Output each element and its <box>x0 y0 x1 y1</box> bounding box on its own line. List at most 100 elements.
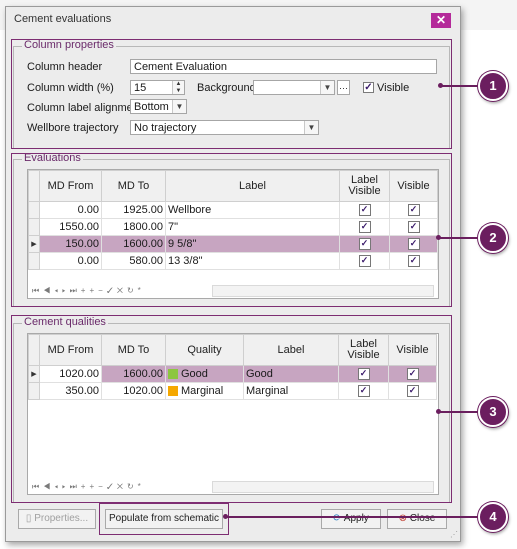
table-row[interactable]: 0.00 580.00 13 3/8" ✓ ✓ <box>28 252 438 270</box>
apply-button[interactable]: ⟳ Apply <box>321 509 381 529</box>
md-from-cell[interactable]: 1020.00 <box>39 365 102 383</box>
label-cell[interactable]: 9 5/8" <box>165 235 340 253</box>
close-window-button[interactable]: ✕ <box>431 13 451 28</box>
visible-cell[interactable]: ✓ <box>389 235 438 253</box>
next-icon[interactable]: ▸ <box>62 482 70 491</box>
column-label-alignment-select[interactable]: Bottom ▼ <box>130 99 187 114</box>
column-header-md-to[interactable]: MD To <box>101 334 166 366</box>
last-icon[interactable]: ⏭ <box>70 482 81 491</box>
checkbox[interactable]: ✓ <box>358 221 371 234</box>
background-color-picker[interactable]: ▼ <box>253 80 335 95</box>
md-to-cell[interactable]: 1925.00 <box>101 201 166 219</box>
column-header-input[interactable]: Cement Evaluation <box>130 59 437 74</box>
quality-cell[interactable]: Marginal <box>165 382 244 400</box>
column-width-spinner[interactable]: 15 ▲ ▼ <box>130 80 185 95</box>
visible-cell[interactable]: ✓ <box>389 201 438 219</box>
current-row-arrow-icon[interactable]: ▶ <box>28 235 40 253</box>
prev-page-icon[interactable]: ◀ <box>43 286 54 295</box>
checkbox[interactable]: ✓ <box>358 238 371 251</box>
row-indicator[interactable] <box>28 382 40 400</box>
bookmark-icon[interactable]: * <box>138 482 145 491</box>
row-indicator[interactable] <box>28 218 40 236</box>
checkbox[interactable]: ✓ <box>358 255 371 268</box>
table-row[interactable]: 350.00 1020.00 Marginal Marginal ✓ ✓ <box>28 382 437 400</box>
delete-icon[interactable]: − <box>98 286 107 295</box>
checkbox[interactable]: ✓ <box>407 221 420 234</box>
wellbore-trajectory-select[interactable]: No trajectory ▼ <box>130 120 319 135</box>
visible-cell[interactable]: ✓ <box>389 252 438 270</box>
label-cell[interactable]: 7" <box>165 218 340 236</box>
checkbox[interactable]: ✓ <box>407 255 420 268</box>
label-cell[interactable]: Marginal <box>243 382 339 400</box>
table-row-selected[interactable]: ▶ 150.00 1600.00 9 5/8" ✓ ✓ <box>28 235 438 253</box>
md-to-cell[interactable]: 1800.00 <box>101 218 166 236</box>
table-row[interactable]: 1550.00 1800.00 7" ✓ ✓ <box>28 218 438 236</box>
checkbox[interactable]: ✓ <box>407 238 420 251</box>
insert-icon[interactable]: + <box>89 482 98 491</box>
visible-cell[interactable]: ✓ <box>388 382 437 400</box>
checkbox[interactable]: ✓ <box>357 385 370 398</box>
close-button[interactable]: ⊗ Close <box>387 509 447 529</box>
md-from-cell[interactable]: 0.00 <box>39 252 102 270</box>
visible-cell[interactable]: ✓ <box>389 218 438 236</box>
table-row-selected[interactable]: ▶ 1020.00 1600.00 Good Good ✓ ✓ <box>28 365 437 383</box>
background-more-button[interactable]: ··· <box>337 80 350 95</box>
prev-icon[interactable]: ◂ <box>54 482 62 491</box>
label-visible-cell[interactable]: ✓ <box>339 252 390 270</box>
label-cell[interactable]: 13 3/8" <box>165 252 340 270</box>
column-header-label[interactable]: Label <box>243 334 339 366</box>
prev-icon[interactable]: ◂ <box>54 286 62 295</box>
table-row[interactable]: 0.00 1925.00 Wellbore ✓ ✓ <box>28 201 438 219</box>
label-visible-cell[interactable]: ✓ <box>338 365 389 383</box>
bookmark-icon[interactable]: * <box>138 286 145 295</box>
md-from-cell[interactable]: 150.00 <box>39 235 102 253</box>
visible-cell[interactable]: ✓ <box>388 365 437 383</box>
checkbox[interactable]: ✓ <box>406 368 419 381</box>
md-to-cell[interactable]: 1600.00 <box>101 235 166 253</box>
column-header-label[interactable]: Label <box>165 170 340 202</box>
row-indicator[interactable] <box>28 201 40 219</box>
resize-grip-icon[interactable]: ⋰ <box>450 530 458 539</box>
label-cell[interactable]: Good <box>243 365 339 383</box>
properties-button[interactable]: ▯ Properties... <box>18 509 96 529</box>
first-icon[interactable]: ⏮ <box>32 482 43 491</box>
label-visible-cell[interactable]: ✓ <box>338 382 389 400</box>
last-icon[interactable]: ⏭ <box>70 286 81 295</box>
delete-icon[interactable]: − <box>98 482 107 491</box>
label-visible-cell[interactable]: ✓ <box>339 235 390 253</box>
md-from-cell[interactable]: 1550.00 <box>39 218 102 236</box>
label-visible-cell[interactable]: ✓ <box>339 201 390 219</box>
current-row-arrow-icon[interactable]: ▶ <box>28 365 40 383</box>
column-header-visible[interactable]: Visible <box>389 170 438 202</box>
post-icon[interactable]: ✓ <box>107 286 117 295</box>
checkbox[interactable]: ✓ <box>357 368 370 381</box>
md-to-cell[interactable]: 1020.00 <box>101 382 166 400</box>
post-icon[interactable]: ✓ <box>107 482 117 491</box>
cancel-icon[interactable]: ✕ <box>117 482 127 491</box>
chevron-down-icon[interactable]: ▼ <box>172 100 186 113</box>
column-header-visible[interactable]: Visible <box>388 334 437 366</box>
prev-page-icon[interactable]: ◀ <box>43 482 54 491</box>
quality-cell[interactable]: Good <box>165 365 244 383</box>
column-header-label-visible[interactable]: Label Visible <box>339 170 390 202</box>
refresh-icon[interactable]: ↻ <box>127 482 138 491</box>
visible-checkbox[interactable]: ✓ <box>363 82 374 93</box>
spinner-arrows-icon[interactable]: ▲ ▼ <box>172 81 184 94</box>
cement-qualities-horizontal-scrollbar[interactable] <box>212 481 434 493</box>
column-header-label-visible[interactable]: Label Visible <box>338 334 389 366</box>
column-header-md-from[interactable]: MD From <box>39 170 102 202</box>
md-from-cell[interactable]: 0.00 <box>39 201 102 219</box>
label-visible-cell[interactable]: ✓ <box>339 218 390 236</box>
column-header-quality[interactable]: Quality <box>165 334 244 366</box>
checkbox[interactable]: ✓ <box>407 204 420 217</box>
md-to-cell[interactable]: 580.00 <box>101 252 166 270</box>
next-icon[interactable]: ▸ <box>62 286 70 295</box>
md-from-cell[interactable]: 350.00 <box>39 382 102 400</box>
refresh-icon[interactable]: ↻ <box>127 286 138 295</box>
column-header-md-from[interactable]: MD From <box>39 334 102 366</box>
evaluations-horizontal-scrollbar[interactable] <box>212 285 434 297</box>
checkbox[interactable]: ✓ <box>406 385 419 398</box>
label-cell[interactable]: Wellbore <box>165 201 340 219</box>
row-indicator[interactable] <box>28 252 40 270</box>
chevron-down-icon[interactable]: ▼ <box>320 81 334 94</box>
